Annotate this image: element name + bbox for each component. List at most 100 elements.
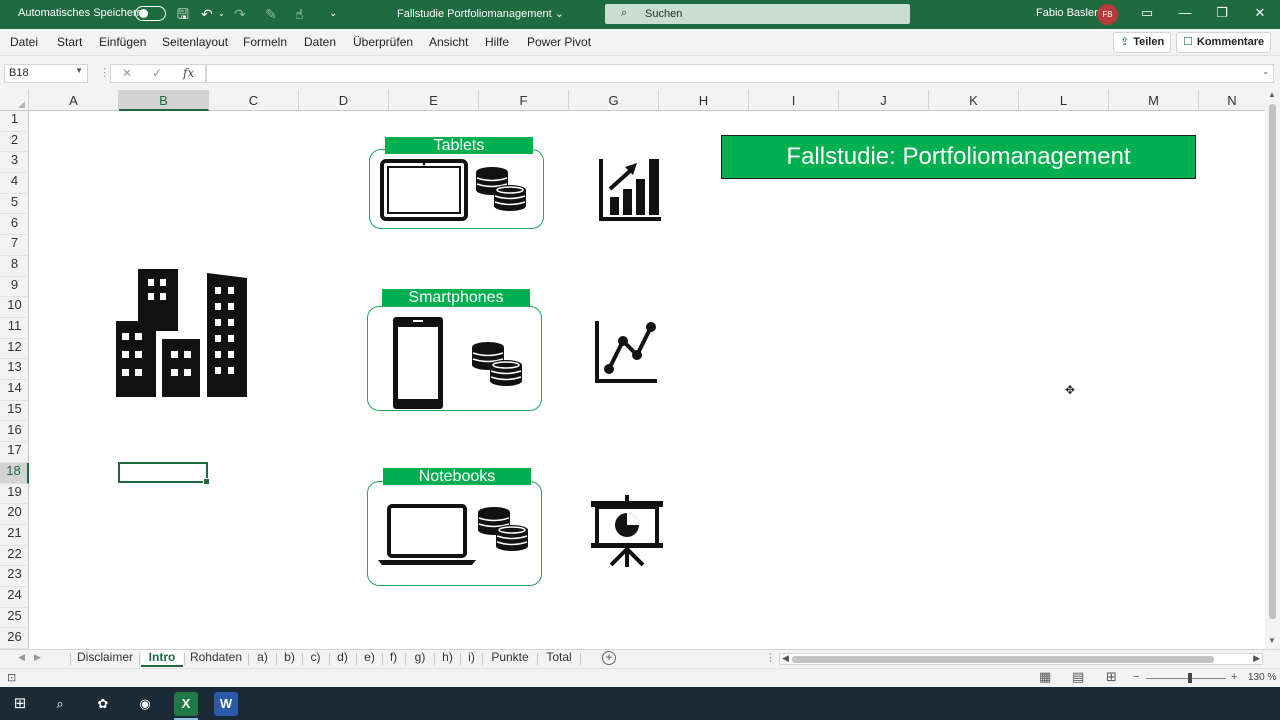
- menu-daten[interactable]: Daten: [304, 35, 336, 49]
- column-header-l[interactable]: L: [1019, 90, 1109, 111]
- sheet-tab-i[interactable]: i): [461, 650, 482, 667]
- name-box[interactable]: B18 ▼: [4, 64, 88, 83]
- notebooks-card[interactable]: [367, 481, 542, 586]
- tablets-card[interactable]: [369, 149, 544, 229]
- scroll-right-icon[interactable]: ▶: [1253, 653, 1260, 664]
- tablets-label[interactable]: Tablets: [385, 137, 533, 154]
- taskbar-search-icon[interactable]: ⌕: [48, 692, 72, 716]
- menu-einfuegen[interactable]: Einfügen: [99, 35, 146, 49]
- row-header[interactable]: 7: [0, 235, 29, 256]
- enter-icon[interactable]: ✓: [152, 66, 162, 80]
- column-header-k[interactable]: K: [929, 90, 1019, 111]
- expand-formula-icon[interactable]: ⌄: [1262, 67, 1269, 76]
- row-header[interactable]: 17: [0, 442, 29, 463]
- column-header-f[interactable]: F: [479, 90, 569, 111]
- menu-formeln[interactable]: Formeln: [243, 35, 287, 49]
- bar-chart-growth-icon[interactable]: [599, 157, 663, 223]
- undo-dropdown-icon[interactable]: ⌄: [218, 5, 225, 23]
- row-header[interactable]: 25: [0, 608, 29, 629]
- format-painter-icon[interactable]: ✎: [265, 5, 277, 23]
- scroll-down-icon[interactable]: ▼: [1268, 636, 1276, 645]
- menu-seitenlayout[interactable]: Seitenlayout: [162, 35, 228, 49]
- column-header-g[interactable]: G: [569, 90, 659, 111]
- row-header[interactable]: 1: [0, 111, 29, 132]
- menu-hilfe[interactable]: Hilfe: [485, 35, 509, 49]
- column-header-j[interactable]: J: [839, 90, 929, 111]
- column-header-n[interactable]: N: [1199, 90, 1265, 111]
- windows-start-icon[interactable]: ⊞: [8, 692, 32, 716]
- horizontal-scrollbar[interactable]: ◀ ▶: [779, 653, 1263, 665]
- row-header[interactable]: 14: [0, 380, 29, 401]
- sheet-tab-e[interactable]: e): [357, 650, 382, 667]
- column-header-a[interactable]: A: [29, 90, 119, 111]
- sheet-tab-disclaimer[interactable]: Disclaimer: [72, 650, 138, 667]
- row-header[interactable]: 20: [0, 504, 29, 525]
- page-layout-view-icon[interactable]: ▤: [1072, 669, 1084, 685]
- notebooks-label[interactable]: Notebooks: [383, 468, 531, 485]
- horizontal-scroll-thumb[interactable]: [792, 656, 1214, 663]
- worksheet-grid[interactable]: Tablets Smartphones Notebooks Fallstudie…: [29, 111, 1265, 649]
- zoom-level[interactable]: 130 %: [1248, 672, 1276, 683]
- smartphones-card[interactable]: [367, 306, 542, 411]
- document-title[interactable]: Fallstudie Portfoliomanagement ⌄: [397, 7, 564, 20]
- row-header[interactable]: 15: [0, 401, 29, 422]
- scroll-left-icon[interactable]: ◀: [782, 653, 789, 664]
- row-header[interactable]: 26: [0, 629, 29, 650]
- zoom-in-icon[interactable]: +: [1231, 671, 1237, 683]
- row-header[interactable]: 22: [0, 546, 29, 567]
- excel-app-icon[interactable]: X: [174, 692, 198, 716]
- user-name[interactable]: Fabio Basler: [1036, 7, 1098, 19]
- line-chart-icon[interactable]: [595, 319, 659, 383]
- customize-toolbar-icon[interactable]: ⌄: [329, 5, 337, 23]
- row-header-18[interactable]: 18: [0, 462, 29, 484]
- row-header[interactable]: 12: [0, 339, 29, 360]
- cancel-icon[interactable]: ✕: [122, 66, 132, 80]
- sheet-tab-punkte[interactable]: Punkte: [484, 650, 536, 667]
- menu-datei[interactable]: Datei: [10, 35, 38, 49]
- obs-app-icon[interactable]: ◉: [133, 692, 157, 716]
- menu-power-pivot[interactable]: Power Pivot: [527, 35, 591, 49]
- macro-record-icon[interactable]: ⊡: [7, 671, 16, 684]
- close-icon[interactable]: ✕: [1250, 5, 1270, 21]
- row-header[interactable]: 9: [0, 277, 29, 298]
- row-header[interactable]: 10: [0, 297, 29, 318]
- paint-app-icon[interactable]: ✿: [91, 692, 115, 716]
- sheet-tab-f[interactable]: f): [383, 650, 404, 667]
- sheet-tab-b[interactable]: b): [277, 650, 302, 667]
- search-box[interactable]: ⌕ Suchen: [605, 4, 910, 24]
- menu-ansicht[interactable]: Ansicht: [429, 35, 468, 49]
- column-header-c[interactable]: C: [209, 90, 299, 111]
- row-header[interactable]: 23: [0, 566, 29, 588]
- minimize-icon[interactable]: —: [1175, 5, 1195, 20]
- sheet-tab-d[interactable]: d): [330, 650, 355, 667]
- page-break-preview-icon[interactable]: ⊞: [1106, 669, 1117, 685]
- presentation-board-icon[interactable]: [589, 495, 665, 569]
- zoom-out-icon[interactable]: −: [1133, 671, 1139, 683]
- normal-view-icon[interactable]: ▦: [1039, 669, 1051, 685]
- row-header[interactable]: 3: [0, 152, 29, 174]
- chevron-down-icon[interactable]: ▼: [75, 66, 83, 75]
- select-all-button[interactable]: [0, 90, 29, 111]
- row-header[interactable]: 16: [0, 422, 29, 443]
- formula-input[interactable]: ⌄: [206, 64, 1274, 83]
- row-header[interactable]: 2: [0, 132, 29, 153]
- sheet-tab-c[interactable]: c): [303, 650, 328, 667]
- sheet-tab-g[interactable]: g): [406, 650, 434, 667]
- sheet-tab-h[interactable]: h): [435, 650, 460, 667]
- row-header[interactable]: 6: [0, 215, 29, 236]
- avatar[interactable]: FB: [1097, 4, 1118, 25]
- save-icon[interactable]: 🖫: [177, 5, 189, 23]
- sheet-tab-intro[interactable]: Intro: [141, 650, 183, 667]
- autosave-toggle[interactable]: [135, 6, 166, 21]
- sheet-tab-a[interactable]: a): [250, 650, 275, 667]
- menu-ueberpruefen[interactable]: Überprüfen: [353, 35, 413, 49]
- vertical-scroll-thumb[interactable]: [1269, 104, 1276, 619]
- case-study-title-banner[interactable]: Fallstudie: Portfoliomanagement: [721, 135, 1196, 179]
- formula-bar-grip[interactable]: ⋮: [99, 66, 110, 79]
- tab-scroll-left-icon[interactable]: ◀: [18, 652, 25, 663]
- insert-function-button[interactable]: fx: [183, 66, 194, 80]
- tab-split-grip[interactable]: ⋮: [765, 651, 776, 664]
- add-sheet-button[interactable]: +: [602, 651, 616, 665]
- column-header-d[interactable]: D: [299, 90, 389, 111]
- row-header[interactable]: 24: [0, 587, 29, 608]
